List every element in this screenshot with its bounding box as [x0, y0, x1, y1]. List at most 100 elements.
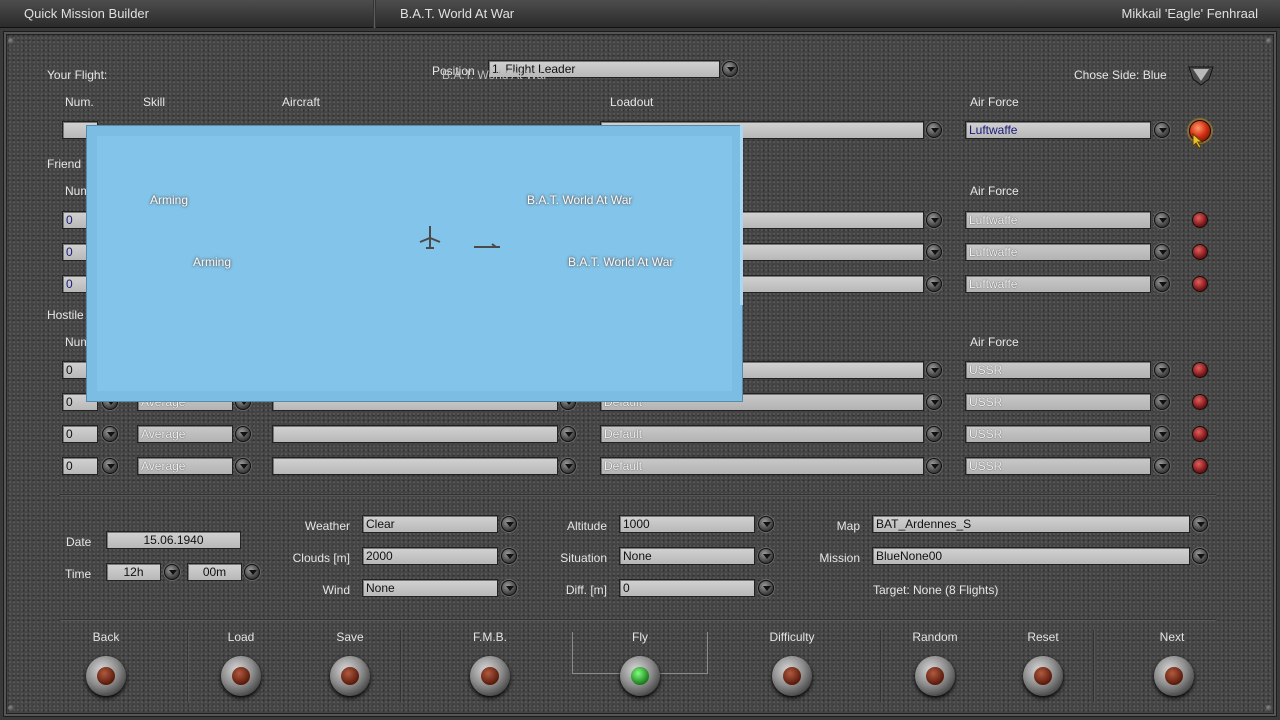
- hostile-aircraft[interactable]: [272, 425, 558, 443]
- hostile-air-force[interactable]: USSR: [965, 393, 1151, 411]
- flight-toggle-led[interactable]: [1192, 276, 1208, 292]
- rivet: [1266, 705, 1272, 711]
- friendly-label: Friend: [47, 157, 82, 171]
- fmb-button[interactable]: [470, 656, 510, 696]
- difficulty-level-select[interactable]: 0: [619, 579, 755, 597]
- friendly-air-force[interactable]: Luftwaffe: [965, 211, 1151, 229]
- col-air-force: Air Force: [970, 95, 1019, 109]
- num-dropdown-icon[interactable]: [102, 458, 118, 474]
- difficulty-level-dropdown-icon[interactable]: [758, 580, 774, 596]
- hostile-num[interactable]: 0: [62, 425, 98, 443]
- hostile-air-force[interactable]: USSR: [965, 457, 1151, 475]
- loadout-dropdown-icon[interactable]: [926, 394, 942, 410]
- load-button[interactable]: [221, 656, 261, 696]
- map-dropdown-icon[interactable]: [1192, 516, 1208, 532]
- hostile-num[interactable]: 0: [62, 457, 98, 475]
- flight-toggle-led[interactable]: [1192, 362, 1208, 378]
- altitude-select[interactable]: 1000: [619, 515, 755, 533]
- loadout-dropdown-icon[interactable]: [926, 426, 942, 442]
- difficulty-level-label: Diff. [m]: [565, 583, 607, 597]
- fly-button[interactable]: [620, 656, 660, 696]
- difficulty-button[interactable]: [772, 656, 812, 696]
- friendly-air-force[interactable]: Luftwaffe: [965, 275, 1151, 293]
- air-force-dropdown-icon[interactable]: [1154, 362, 1170, 378]
- hostile-skill[interactable]: Average: [137, 457, 233, 475]
- flight-toggle-led[interactable]: [1192, 394, 1208, 410]
- hostile-air-force[interactable]: USSR: [965, 425, 1151, 443]
- group-divider: [880, 630, 882, 702]
- next-button[interactable]: [1154, 656, 1194, 696]
- loadout-dropdown-icon[interactable]: [926, 244, 942, 260]
- hour-field[interactable]: 12h: [106, 563, 161, 581]
- date-field[interactable]: 15.06.1940: [106, 531, 241, 549]
- wind-select[interactable]: None: [362, 579, 498, 597]
- reset-button[interactable]: [1023, 656, 1063, 696]
- hostile-air-force-header: Air Force: [970, 335, 1019, 349]
- air-force-dropdown-icon[interactable]: [1154, 458, 1170, 474]
- weather-dropdown-icon[interactable]: [501, 516, 517, 532]
- minute-field[interactable]: 00m: [187, 563, 242, 581]
- air-force-dropdown-icon[interactable]: [1154, 212, 1170, 228]
- minute-dropdown-icon[interactable]: [244, 564, 260, 580]
- air-force-dropdown-icon[interactable]: [1154, 426, 1170, 442]
- hostile-air-force[interactable]: USSR: [965, 361, 1151, 379]
- position-dropdown-icon[interactable]: [722, 61, 738, 77]
- group-divider: [1093, 630, 1095, 702]
- wind-label: Wind: [322, 583, 350, 597]
- aircraft-dropdown-icon[interactable]: [560, 426, 576, 442]
- hour-dropdown-icon[interactable]: [164, 564, 180, 580]
- back-button[interactable]: [86, 656, 126, 696]
- loadout-dropdown-icon[interactable]: [926, 276, 942, 292]
- section-divider: [60, 619, 1216, 621]
- side-shield-icon[interactable]: [1187, 63, 1215, 87]
- altitude-dropdown-icon[interactable]: [758, 516, 774, 532]
- air-force-dropdown-icon[interactable]: [1154, 394, 1170, 410]
- overlay-scroll-edge: [740, 125, 743, 305]
- wind-dropdown-icon[interactable]: [501, 580, 517, 596]
- air-force-dropdown-icon[interactable]: [1154, 122, 1170, 138]
- rivet: [1266, 38, 1272, 44]
- num-dropdown-icon[interactable]: [102, 426, 118, 442]
- friendly-air-force[interactable]: Luftwaffe: [965, 243, 1151, 261]
- target-info: Target: None (8 Flights): [873, 583, 999, 597]
- flight-toggle-led[interactable]: [1192, 212, 1208, 228]
- map-select[interactable]: BAT_Ardennes_S: [872, 515, 1190, 533]
- col-num: Num.: [65, 95, 94, 109]
- flight-toggle-led[interactable]: [1192, 244, 1208, 260]
- situation-label: Situation: [560, 551, 607, 565]
- loadout-dropdown-icon[interactable]: [926, 212, 942, 228]
- your-flight-air-force[interactable]: Luftwaffe: [965, 121, 1151, 139]
- hostile-skill[interactable]: Average: [137, 425, 233, 443]
- air-force-dropdown-icon[interactable]: [1154, 244, 1170, 260]
- mission-select[interactable]: BlueNone00: [872, 547, 1190, 565]
- weather-select[interactable]: Clear: [362, 515, 498, 533]
- loadout-dropdown-icon[interactable]: [926, 122, 942, 138]
- aircraft-dropdown-icon[interactable]: [560, 458, 576, 474]
- date-label: Date: [66, 535, 92, 549]
- group-divider: [400, 630, 402, 702]
- skill-dropdown-icon[interactable]: [235, 426, 251, 442]
- skill-dropdown-icon[interactable]: [235, 458, 251, 474]
- reset-label: Reset: [1027, 630, 1059, 644]
- loadout-dropdown-icon[interactable]: [926, 362, 942, 378]
- save-button[interactable]: [330, 656, 370, 696]
- clouds-dropdown-icon[interactable]: [501, 548, 517, 564]
- situation-select[interactable]: None: [619, 547, 755, 565]
- situation-dropdown-icon[interactable]: [758, 548, 774, 564]
- hostile-loadout[interactable]: Default: [600, 425, 924, 443]
- clouds-select[interactable]: 2000: [362, 547, 498, 565]
- title-divider: [373, 0, 376, 28]
- loadout-dropdown-icon[interactable]: [926, 458, 942, 474]
- flight-toggle-led[interactable]: [1192, 426, 1208, 442]
- map-label: Map: [836, 519, 860, 533]
- mission-dropdown-icon[interactable]: [1192, 548, 1208, 564]
- air-force-dropdown-icon[interactable]: [1154, 276, 1170, 292]
- title-bar: [0, 0, 1280, 28]
- random-button[interactable]: [915, 656, 955, 696]
- hostile-aircraft[interactable]: [272, 457, 558, 475]
- overlay-arming-text: Arming: [193, 255, 232, 269]
- hostile-loadout[interactable]: Default: [600, 457, 924, 475]
- chose-side-label: Chose Side: Blue: [1074, 68, 1167, 82]
- load-label: Load: [227, 630, 255, 644]
- flight-toggle-led[interactable]: [1192, 458, 1208, 474]
